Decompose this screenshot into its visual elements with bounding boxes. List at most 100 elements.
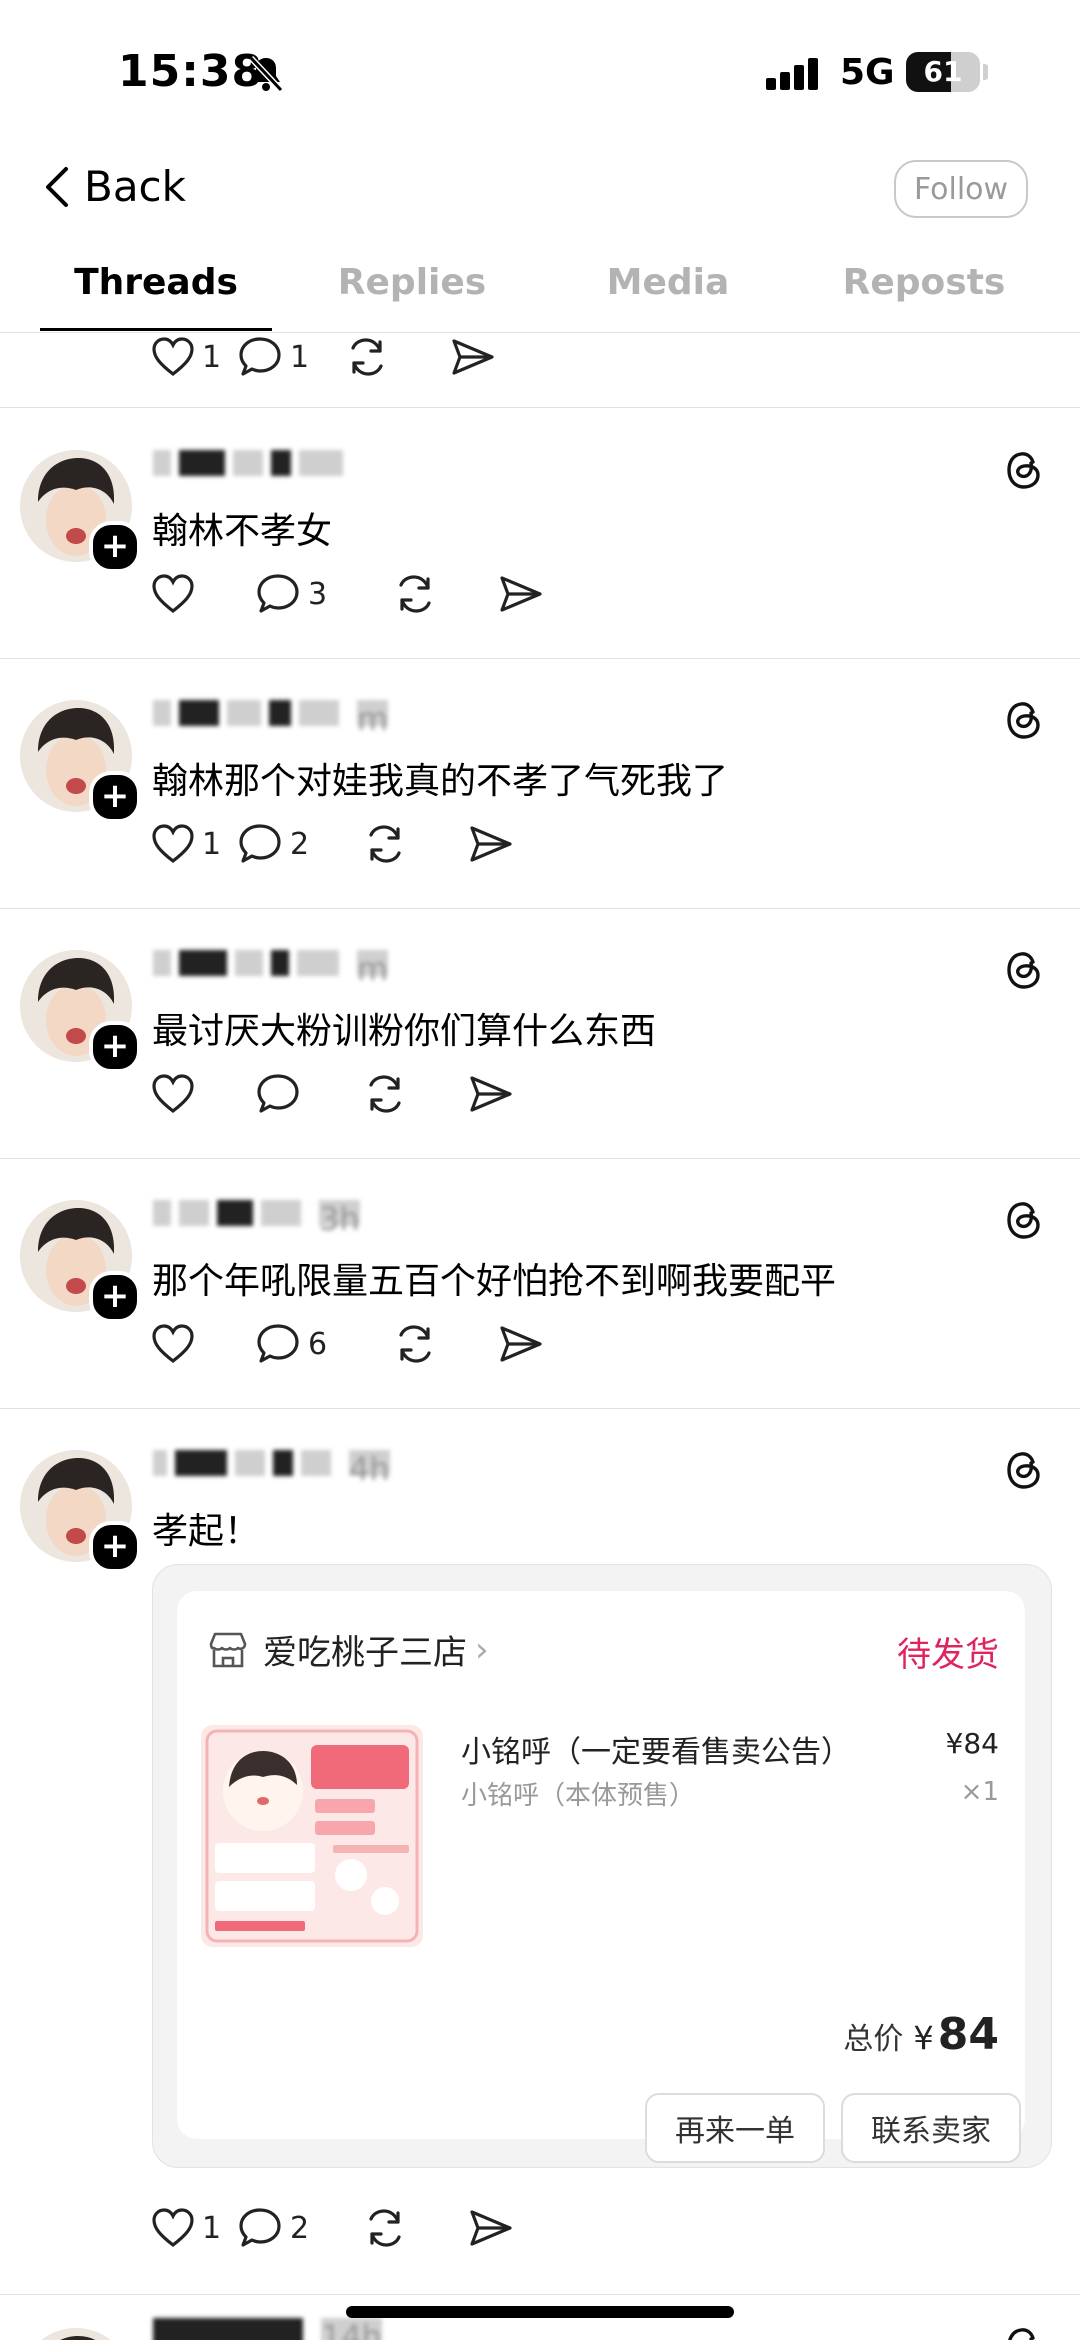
share-button[interactable] [468,1073,514,1115]
threads-logo-icon[interactable] [1004,2324,1044,2340]
partial-post: 1 1 [0,333,1080,408]
comment-icon [257,1324,299,1363]
clock: 15:38 [118,46,264,97]
post[interactable]: + m 最讨厌大粉训粉你们算什么东西 [0,908,1080,1159]
order-status: 待发货 [897,1635,999,1675]
heart-icon [152,2208,194,2248]
post-age: 4h [349,1450,390,1488]
follow-button[interactable]: Follow [894,160,1028,218]
like-button[interactable]: 1 [150,336,238,378]
reply-button[interactable]: 3 [256,572,392,616]
comment-icon [239,337,281,376]
post-age: m [357,700,389,738]
follow-plus-icon[interactable]: + [89,1021,141,1073]
tab-reposts[interactable]: Reposts [804,262,1044,303]
share-button[interactable] [468,2207,514,2249]
share-button[interactable] [498,573,544,615]
thread-feed[interactable]: 1 1 + 翰林不孝女 3 + m 翰林那个对娃我真的不孝了气死我了 1 2 +… [0,333,1080,2340]
reply-count: 2 [290,826,310,862]
share-button[interactable] [498,1323,544,1365]
repost-button[interactable] [362,1071,468,1117]
post-text: 那个年吼限量五百个好怕抢不到啊我要配平 [152,1261,837,1302]
like-button[interactable] [150,1073,256,1115]
top-nav: Back Follow [0,140,1080,240]
tab-replies[interactable]: Replies [292,262,532,303]
follow-plus-icon[interactable]: + [89,771,141,823]
repost-button[interactable] [362,2205,458,2251]
username-redacted: 14h [153,2316,382,2340]
follow-plus-icon[interactable]: + [89,521,141,573]
follow-plus-icon[interactable]: + [89,1271,141,1323]
back-button[interactable]: Back [44,162,186,211]
store-icon [209,1632,247,1667]
total-value: 84 [937,2009,999,2060]
battery-tip [983,64,988,80]
comment-icon [257,574,299,613]
threads-logo-icon[interactable] [1004,1448,1044,1492]
repost-icon [369,2209,401,2247]
username-redacted: 4h [153,1448,390,1488]
repost-button[interactable] [362,821,458,867]
comment-icon [257,1074,299,1113]
repost-button[interactable] [392,1321,498,1367]
reply-button[interactable]: 2 [238,822,362,866]
post[interactable]: + 4h 孝起！ 爱吃桃子三店 › 待发货 小铭呼（一定要看售卖公告） ¥84 … [0,1408,1080,2295]
post-actions [150,1066,514,1122]
reply-button[interactable]: 6 [256,1322,392,1366]
home-indicator[interactable] [346,2306,734,2318]
chevron-left-icon [46,166,68,207]
comment-icon [239,824,281,863]
reply-button[interactable] [256,1072,362,1116]
threads-logo-icon[interactable] [1004,948,1044,992]
order-screenshot-card[interactable]: 爱吃桃子三店 › 待发货 小铭呼（一定要看售卖公告） ¥84 小铭呼（本体预售）… [152,1564,1052,2168]
reply-button[interactable]: 2 [238,2206,362,2250]
avatar[interactable] [20,2328,132,2340]
order-total: 总价 ¥ 84 [843,2009,999,2060]
post-actions: 1 1 [150,333,496,385]
username-redacted: m [153,948,389,988]
share-button[interactable] [468,823,514,865]
like-button[interactable] [150,573,256,615]
post[interactable]: + 3h 那个年吼限量五百个好怕抢不到啊我要配平 6 [0,1158,1080,1409]
like-count: 1 [202,2210,222,2246]
send-icon [452,339,494,375]
threads-logo-icon[interactable] [1004,448,1044,492]
like-button[interactable] [150,1323,256,1365]
threads-logo-icon[interactable] [1004,1198,1044,1242]
follow-plus-icon[interactable]: + [89,1521,141,1573]
reorder-button[interactable]: 再来一单 [645,2093,825,2163]
post[interactable]: + m 翰林那个对娃我真的不孝了气死我了 1 2 [0,658,1080,909]
username-redacted: 3h [153,1198,360,1238]
back-label: Back [84,162,186,211]
send-icon [500,576,542,612]
threads-logo-icon[interactable] [1004,698,1044,742]
order-card-inner: 爱吃桃子三店 › 待发货 小铭呼（一定要看售卖公告） ¥84 小铭呼（本体预售）… [177,1591,1025,2163]
active-tab-indicator [40,328,272,331]
repost-icon [369,1075,401,1113]
status-bar: 15:38 5G 61 [0,0,1080,140]
repost-icon [399,575,431,613]
post-text: 翰林那个对娃我真的不孝了气死我了 [152,761,729,802]
product-thumbnail[interactable] [201,1725,423,1947]
cellular-signal-icon [766,58,818,90]
post[interactable]: + 翰林不孝女 3 [0,408,1080,659]
like-button[interactable]: 1 [150,2207,238,2249]
share-button[interactable] [450,336,496,378]
shop-link[interactable]: 爱吃桃子三店 › [207,1625,489,1674]
tab-media[interactable]: Media [548,262,788,303]
tab-threads[interactable]: Threads [36,262,276,303]
repost-button[interactable] [392,571,498,617]
like-count: 1 [202,826,222,862]
reply-button[interactable]: 1 [238,335,344,379]
username-redacted [153,448,361,478]
like-button[interactable]: 1 [150,823,238,865]
heart-icon [152,574,194,614]
contact-seller-button[interactable]: 联系卖家 [841,2093,1021,2163]
product-title: 小铭呼（一定要看售卖公告） [461,1735,851,1770]
send-icon [500,1326,542,1362]
repost-button[interactable] [344,334,450,380]
reply-count: 1 [290,339,310,375]
network-label: 5G [840,52,895,93]
like-count: 1 [202,339,222,375]
heart-icon [152,1074,194,1114]
